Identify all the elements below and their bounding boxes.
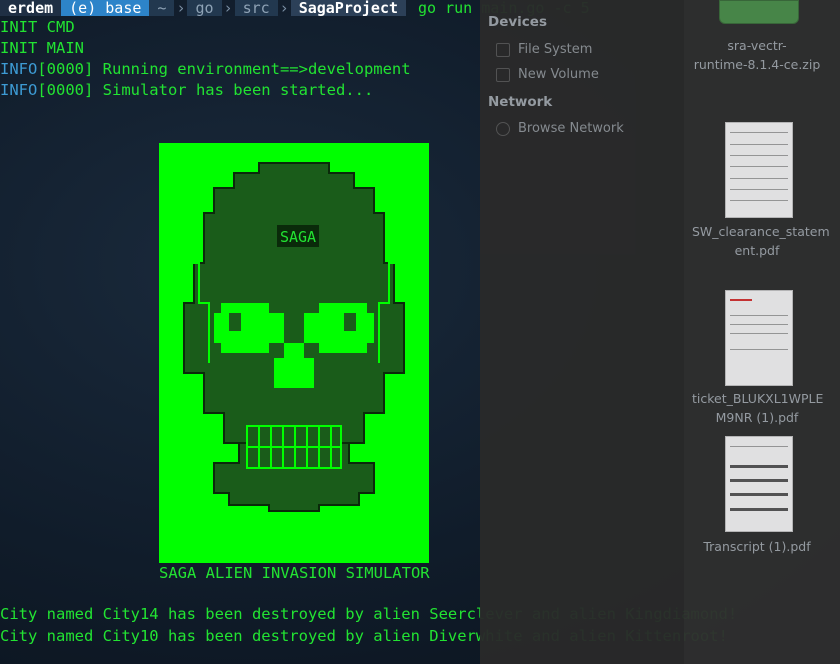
drive-icon: [496, 67, 510, 82]
pdf-icon[interactable]: [725, 436, 793, 532]
archive-icon[interactable]: [719, 0, 799, 24]
file-manager-sidebar: Devices File System New Volume Network B…: [480, 0, 684, 664]
pdf-icon[interactable]: [725, 290, 793, 386]
chevron-right-icon: ›: [176, 0, 186, 17]
file-item[interactable]: ticket_BLUKXL1WPLE M9NR (1).pdf: [692, 389, 823, 427]
prompt-path-home: ~: [149, 0, 175, 16]
drive-icon: [496, 42, 510, 57]
sidebar-section-devices: Devices: [488, 14, 547, 30]
prompt-project: SagaProject: [290, 0, 407, 16]
art-label: SAGA: [280, 228, 316, 246]
file-manager-files: sra-vectr- runtime-8.1.4-ce.zip SW_clear…: [684, 0, 840, 664]
skull-ascii-art: SAGA: [159, 143, 429, 563]
skull-icon: SAGA: [183, 162, 405, 512]
log-line: INIT CMD: [0, 18, 75, 36]
prompt-user: erdem: [0, 0, 62, 16]
prompt-path-src: src: [234, 0, 278, 16]
log-line: INFO[0000] Running environment==>develop…: [0, 60, 411, 78]
network-icon: [496, 121, 510, 136]
chevron-right-icon: ›: [223, 0, 233, 17]
prompt-env: (e) base: [61, 0, 150, 16]
sidebar-item-new-volume[interactable]: New Volume: [496, 67, 599, 82]
log-line: INFO[0000] Simulator has been started...: [0, 81, 374, 99]
art-caption: SAGA ALIEN INVASION SIMULATOR: [159, 564, 430, 582]
pdf-icon[interactable]: [725, 122, 793, 218]
chevron-right-icon: ›: [279, 0, 289, 17]
file-item[interactable]: sra-vectr- runtime-8.1.4-ce.zip: [692, 36, 822, 74]
log-line: INIT MAIN: [0, 39, 84, 57]
sidebar-item-file-system[interactable]: File System: [496, 42, 592, 57]
file-item[interactable]: Transcript (1).pdf: [692, 537, 822, 556]
sidebar-section-network: Network: [488, 94, 553, 110]
sidebar-item-browse-network[interactable]: Browse Network: [496, 121, 624, 136]
prompt-path-go: go: [187, 0, 222, 16]
file-item[interactable]: SW_clearance_statem ent.pdf: [692, 222, 830, 260]
